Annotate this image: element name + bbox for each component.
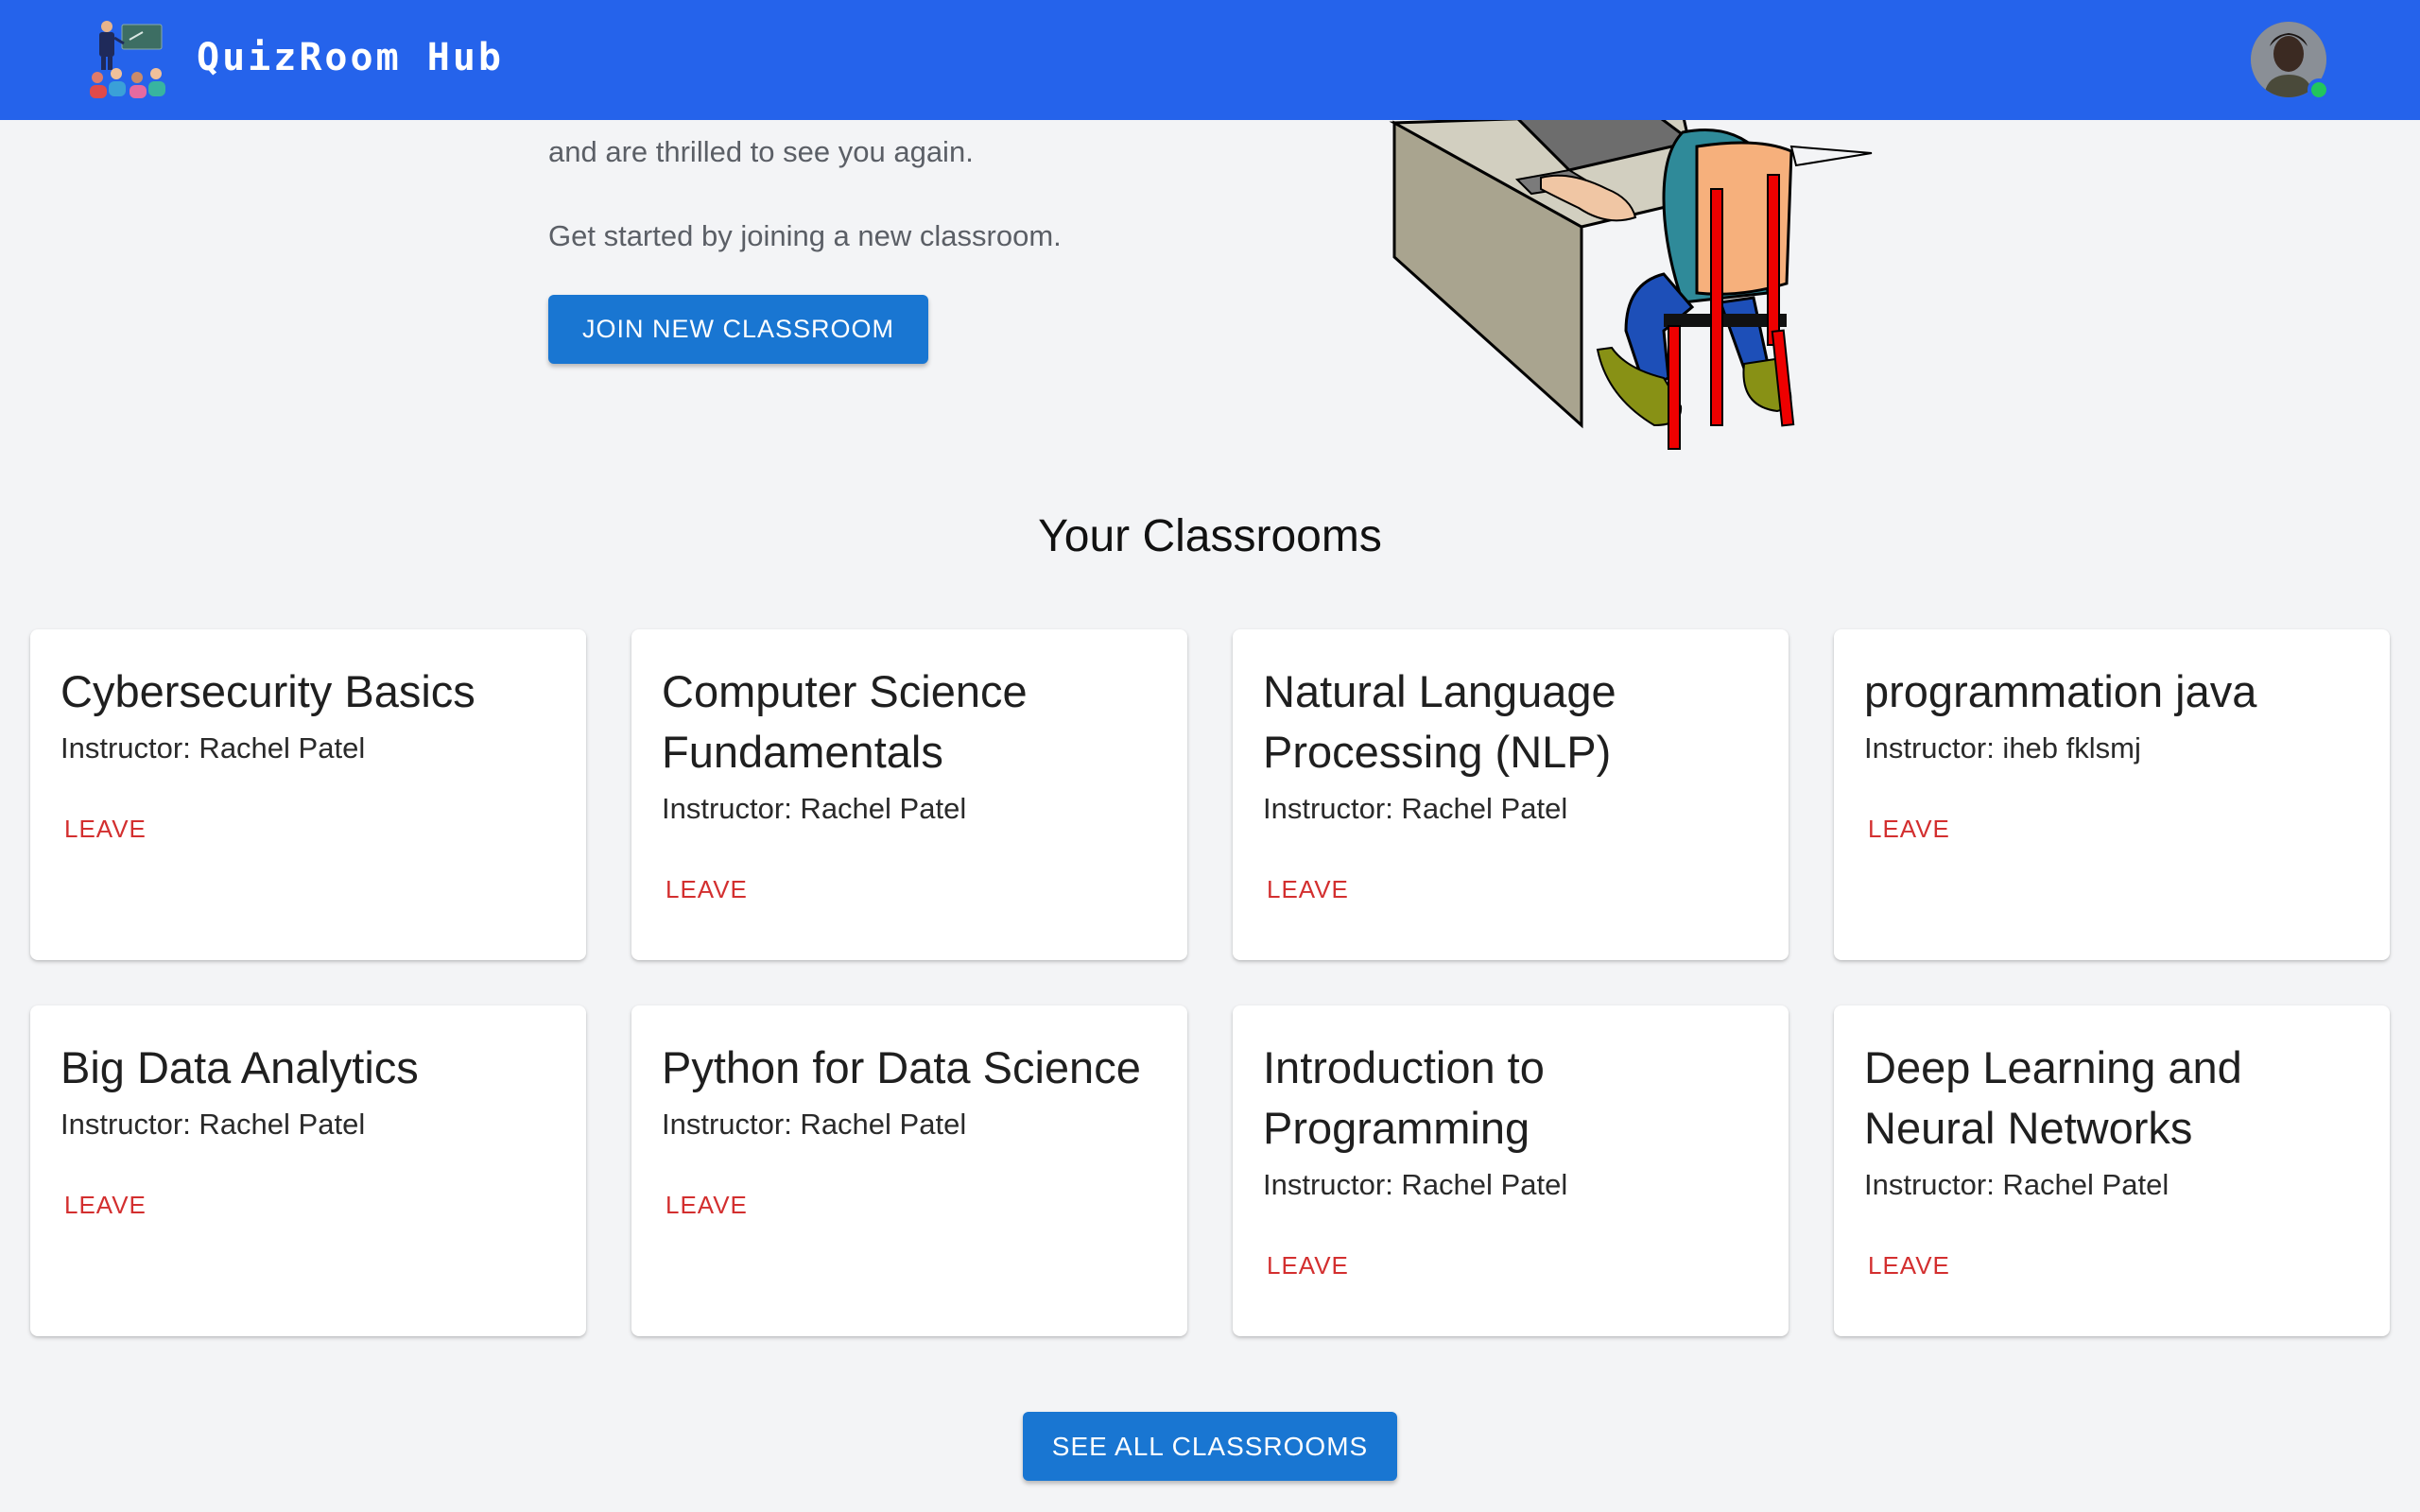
leave-classroom-button[interactable]: LEAVE bbox=[658, 1185, 755, 1226]
classroom-title[interactable]: Computer Science Fundamentals bbox=[662, 662, 1157, 782]
classroom-card[interactable]: Deep Learning and Neural Networks Instru… bbox=[1834, 1005, 2390, 1336]
classroom-card[interactable]: Python for Data Science Instructor: Rach… bbox=[631, 1005, 1187, 1336]
classroom-card[interactable]: Introduction to Programming Instructor: … bbox=[1233, 1005, 1789, 1336]
classroom-instructor: Instructor: Rachel Patel bbox=[1263, 1168, 1568, 1201]
classroom-title[interactable]: programmation java bbox=[1864, 662, 2360, 722]
online-status-dot bbox=[2308, 78, 2330, 101]
app-bar: QuizRoom Hub bbox=[0, 0, 2420, 120]
classroom-card[interactable]: Cybersecurity Basics Instructor: Rachel … bbox=[30, 629, 586, 960]
classroom-instructor: Instructor: Rachel Patel bbox=[1864, 1168, 2169, 1201]
get-started-text: Get started by joining a new classroom. bbox=[548, 219, 1062, 252]
classroom-teacher-logo-icon[interactable] bbox=[88, 19, 169, 100]
classroom-card[interactable]: Computer Science Fundamentals Instructor… bbox=[631, 629, 1187, 960]
classroom-title[interactable]: Big Data Analytics bbox=[60, 1038, 556, 1098]
student-at-desk-illustration bbox=[1389, 112, 1873, 450]
classroom-instructor: Instructor: Rachel Patel bbox=[662, 1108, 967, 1141]
classroom-card[interactable]: Big Data Analytics Instructor: Rachel Pa… bbox=[30, 1005, 586, 1336]
app-brand-title[interactable]: QuizRoom Hub bbox=[197, 36, 504, 79]
leave-classroom-button[interactable]: LEAVE bbox=[1860, 1246, 1958, 1286]
classroom-instructor: Instructor: Rachel Patel bbox=[60, 731, 366, 765]
leave-classroom-button[interactable]: LEAVE bbox=[1860, 809, 1958, 850]
classroom-title[interactable]: Deep Learning and Neural Networks bbox=[1864, 1038, 2360, 1159]
classroom-title[interactable]: Introduction to Programming bbox=[1263, 1038, 1758, 1159]
classroom-instructor: Instructor: Rachel Patel bbox=[662, 792, 967, 825]
classroom-card[interactable]: programmation java Instructor: iheb fkls… bbox=[1834, 629, 2390, 960]
classroom-instructor: Instructor: iheb fklsmj bbox=[1864, 731, 2141, 765]
welcome-back-text: and are thrilled to see you again. bbox=[548, 135, 974, 168]
leave-classroom-button[interactable]: LEAVE bbox=[658, 869, 755, 910]
leave-classroom-button[interactable]: LEAVE bbox=[57, 1185, 154, 1226]
leave-classroom-button[interactable]: LEAVE bbox=[1259, 869, 1357, 910]
leave-classroom-button[interactable]: LEAVE bbox=[1259, 1246, 1357, 1286]
your-classrooms-heading: Your Classrooms bbox=[1038, 511, 1382, 561]
classroom-title[interactable]: Cybersecurity Basics bbox=[60, 662, 556, 722]
see-all-classrooms-button[interactable]: SEE ALL CLASSROOMS bbox=[1023, 1412, 1397, 1481]
classroom-title[interactable]: Natural Language Processing (NLP) bbox=[1263, 662, 1758, 782]
join-new-classroom-button[interactable]: JOIN NEW CLASSROOM bbox=[548, 295, 928, 364]
classroom-card[interactable]: Natural Language Processing (NLP) Instru… bbox=[1233, 629, 1789, 960]
classroom-title[interactable]: Python for Data Science bbox=[662, 1038, 1157, 1098]
classroom-instructor: Instructor: Rachel Patel bbox=[60, 1108, 366, 1141]
classroom-instructor: Instructor: Rachel Patel bbox=[1263, 792, 1568, 825]
leave-classroom-button[interactable]: LEAVE bbox=[57, 809, 154, 850]
user-avatar-button[interactable] bbox=[2251, 22, 2330, 101]
